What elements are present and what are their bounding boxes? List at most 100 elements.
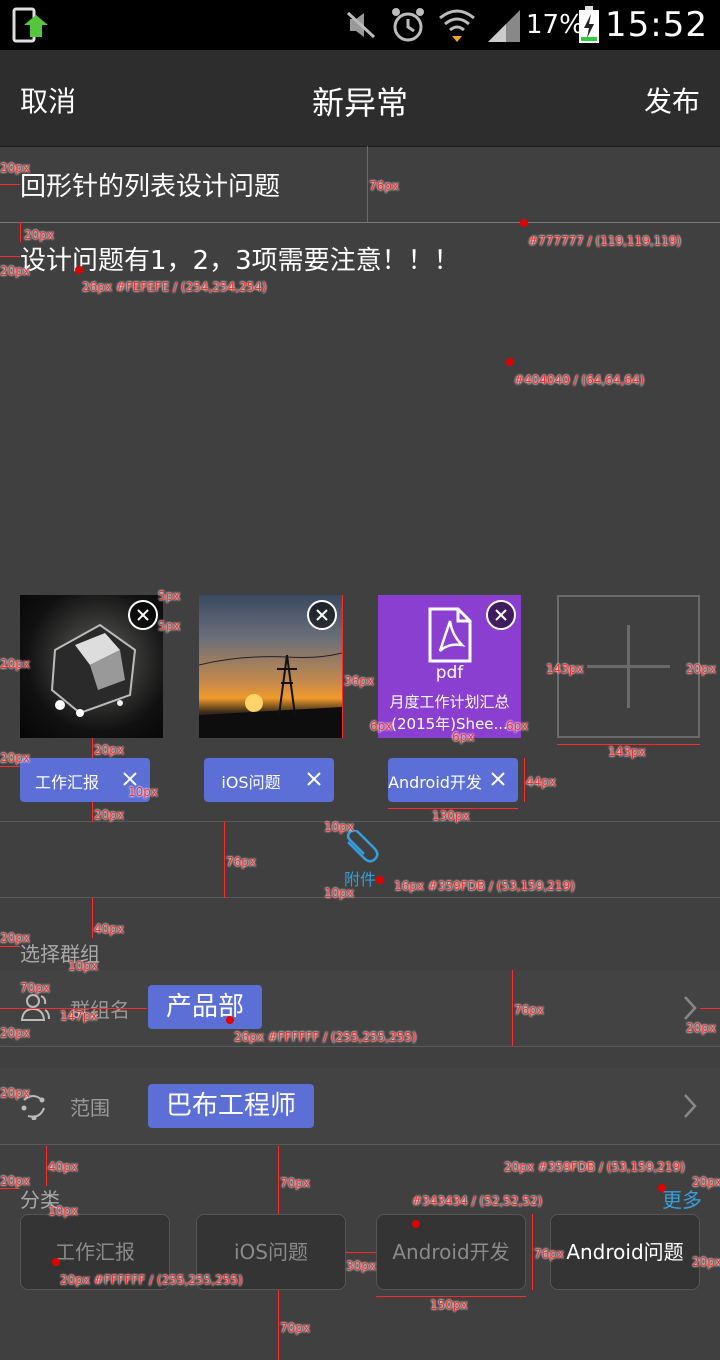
signal-icon bbox=[488, 10, 520, 42]
tag-label: 工作汇报 bbox=[34, 773, 99, 792]
annotation-label: 44px bbox=[526, 775, 556, 789]
annotation-label: 20px bbox=[0, 657, 30, 671]
annotation-label: 5px bbox=[158, 589, 181, 603]
annotation-dot bbox=[412, 1220, 420, 1228]
annotation-label: 143px bbox=[608, 745, 646, 759]
battery-charging-icon bbox=[579, 6, 599, 43]
annotation-label: 36px bbox=[344, 674, 374, 688]
measure-line bbox=[0, 256, 20, 257]
remove-attachment-button[interactable] bbox=[128, 600, 158, 630]
annotation-dot bbox=[226, 1016, 234, 1024]
annotation-dot bbox=[75, 266, 83, 274]
tag-label: Android开发 bbox=[388, 773, 482, 792]
tag-chip[interactable]: Android开发 bbox=[388, 758, 518, 802]
annotation-label: 6px bbox=[370, 719, 393, 733]
tag-chip[interactable]: iOS问题 bbox=[204, 758, 334, 802]
annotation-label: 10px bbox=[324, 886, 354, 900]
annotation-label: 26px #FEFEFE / (254,254,254) bbox=[82, 280, 267, 294]
annotation-label: 20px bbox=[0, 1086, 30, 1100]
annotation-label: 20px bbox=[0, 1026, 30, 1040]
measure-line bbox=[224, 822, 225, 898]
measure-line bbox=[46, 1146, 47, 1186]
measure-line bbox=[0, 184, 20, 185]
annotation-label: 40px bbox=[94, 922, 124, 936]
measure-line bbox=[92, 738, 93, 758]
cancel-button[interactable]: 取消 bbox=[20, 80, 76, 120]
mute-icon bbox=[346, 11, 376, 39]
annotation-dot bbox=[658, 1184, 666, 1192]
chevron-right-icon bbox=[684, 1094, 697, 1118]
attachment-thumbnail-sunset[interactable] bbox=[199, 595, 342, 738]
alarm-icon bbox=[392, 8, 424, 42]
body-field[interactable] bbox=[0, 223, 720, 583]
measure-line bbox=[0, 946, 20, 947]
annotation-dot bbox=[506, 358, 514, 366]
close-icon bbox=[495, 609, 507, 621]
annotation-label: 10px bbox=[68, 959, 98, 973]
annotation-label: 147px bbox=[60, 1009, 98, 1023]
divider bbox=[0, 1144, 720, 1145]
measure-line bbox=[512, 970, 513, 1046]
pdf-label: pdf bbox=[435, 663, 464, 683]
remove-attachment-button[interactable] bbox=[307, 600, 337, 630]
clock: 15:52 bbox=[605, 5, 708, 45]
annotation-label: 70px bbox=[20, 981, 50, 995]
annotation-label: 20px bbox=[0, 751, 30, 765]
measure-line bbox=[367, 146, 368, 222]
annotation-label: 10px bbox=[324, 820, 354, 834]
attachment-thumbnail-pdf[interactable]: pdf 月度工作计划汇总 (2015年)Shee... bbox=[378, 595, 521, 738]
close-icon bbox=[137, 609, 149, 621]
category-option-selected[interactable]: Android问题 bbox=[550, 1214, 700, 1290]
nav-bar: 新异常 取消 发布 bbox=[0, 50, 720, 147]
measure-line bbox=[532, 1214, 533, 1290]
measure-line bbox=[524, 758, 525, 802]
annotation-label: 6px bbox=[506, 719, 529, 733]
body-input[interactable]: 设计问题有1，2，3项需要注意！！！ bbox=[20, 240, 460, 277]
close-icon bbox=[316, 609, 328, 621]
wifi-icon bbox=[439, 9, 475, 42]
title-input[interactable]: 回形针的列表设计问题 bbox=[20, 166, 280, 203]
annotation-label: 16px #359FDB / (53,159,219) bbox=[394, 879, 575, 893]
annotation-label: 20px bbox=[686, 662, 716, 676]
close-icon[interactable] bbox=[488, 769, 508, 789]
annotation-label: 20px bbox=[0, 1174, 30, 1188]
attachment-thumbnail-machine[interactable] bbox=[20, 595, 163, 738]
annotation-label: 20px bbox=[692, 1255, 720, 1269]
annotation-label: 20px #359FDB / (53,159,219) bbox=[504, 1160, 685, 1174]
measure-line bbox=[92, 802, 93, 822]
measure-line bbox=[342, 595, 343, 738]
annotation-label: 150px bbox=[430, 1298, 468, 1312]
screen-share-icon bbox=[12, 7, 48, 43]
group-value-chip[interactable]: 产品部 bbox=[148, 985, 263, 1029]
measure-line bbox=[278, 1146, 279, 1214]
annotation-label: 20px bbox=[0, 161, 30, 175]
annotation-label: #404040 / (64,64,64) bbox=[514, 373, 645, 387]
annotation-label: 76px bbox=[226, 855, 256, 869]
annotation-label: 30px bbox=[346, 1259, 376, 1273]
remove-attachment-button[interactable] bbox=[486, 600, 516, 630]
category-option[interactable]: Android开发 bbox=[376, 1214, 526, 1290]
annotation-dot bbox=[520, 219, 528, 227]
measure-line bbox=[278, 1290, 279, 1360]
publish-button[interactable]: 发布 bbox=[644, 80, 700, 120]
annotation-label: 76px bbox=[534, 1247, 564, 1261]
annotation-label: 10px bbox=[128, 785, 158, 799]
users-icon bbox=[20, 994, 50, 1021]
annotation-label: 26px #FFFFFF / (255,255,255) bbox=[234, 1030, 417, 1044]
annotation-label: 20px bbox=[0, 264, 30, 278]
measure-line bbox=[346, 1252, 376, 1253]
annotation-label: 20px #FFFFFF / (255,255,255) bbox=[60, 1273, 243, 1287]
measure-line bbox=[700, 1008, 720, 1009]
annotation-label: 20px bbox=[0, 931, 30, 945]
scope-row[interactable]: 范围 巴布工程师 bbox=[0, 1068, 720, 1144]
annotation-label: 5px bbox=[158, 619, 181, 633]
divider bbox=[0, 1046, 720, 1047]
annotation-dot bbox=[52, 1258, 60, 1266]
paperclip-icon bbox=[346, 830, 379, 863]
scope-value-chip[interactable]: 巴布工程师 bbox=[148, 1084, 315, 1128]
annotation-label: 130px bbox=[432, 809, 470, 823]
annotation-label: 20px bbox=[24, 228, 54, 242]
annotation-label: 76px bbox=[514, 1003, 544, 1017]
close-icon[interactable] bbox=[304, 769, 324, 789]
battery-percent: 17% bbox=[526, 10, 584, 40]
